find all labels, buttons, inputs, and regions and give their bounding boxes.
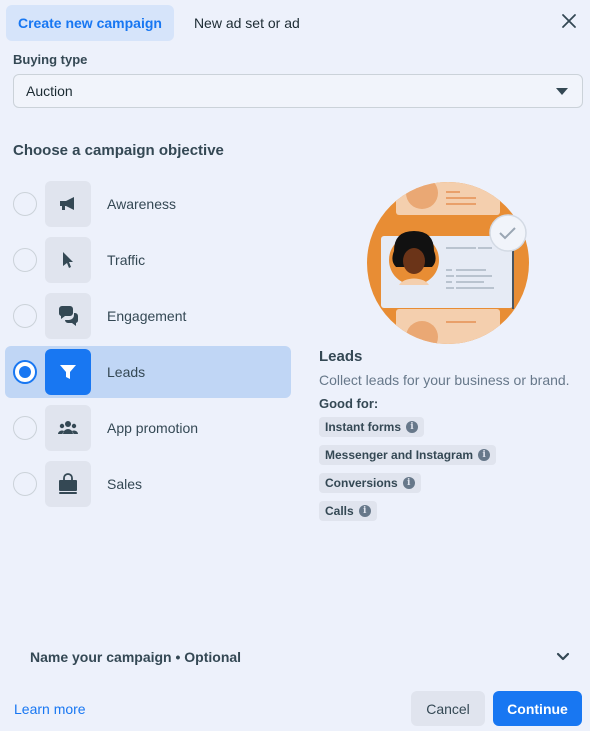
leads-illustration xyxy=(367,182,529,344)
info-icon[interactable]: i xyxy=(402,477,415,489)
shopping-bag-icon xyxy=(45,461,91,507)
info-icon[interactable]: i xyxy=(358,505,371,517)
objective-app-promotion[interactable]: App promotion xyxy=(5,402,291,454)
objective-leads[interactable]: Leads xyxy=(5,346,291,398)
radio-button[interactable] xyxy=(13,472,37,496)
buying-type-label: Buying type xyxy=(13,52,88,67)
radio-button-selected[interactable] xyxy=(13,360,37,384)
caret-down-icon xyxy=(556,88,568,95)
chip-calls: Calls i xyxy=(319,501,377,521)
buying-type-select[interactable]: Auction xyxy=(13,74,583,108)
buying-type-value: Auction xyxy=(26,83,73,99)
tab-create-new-campaign[interactable]: Create new campaign xyxy=(6,5,174,41)
tab-new-ad-set-or-ad[interactable]: New ad set or ad xyxy=(182,5,312,41)
objective-sales[interactable]: Sales xyxy=(5,458,291,510)
chip-label: Conversions xyxy=(325,476,398,490)
chevron-down-icon xyxy=(556,652,570,661)
radio-button[interactable] xyxy=(13,192,37,216)
good-for-label: Good for: xyxy=(319,396,379,411)
chat-bubbles-icon xyxy=(45,293,91,339)
megaphone-icon xyxy=(45,181,91,227)
chip-label: Calls xyxy=(325,504,354,518)
objective-label: Leads xyxy=(107,364,146,380)
radio-button[interactable] xyxy=(13,416,37,440)
objective-traffic[interactable]: Traffic xyxy=(5,234,291,286)
objective-detail-panel: Leads Collect leads for your business or… xyxy=(319,348,584,529)
radio-button[interactable] xyxy=(13,248,37,272)
people-icon xyxy=(45,405,91,451)
objective-label: Engagement xyxy=(107,308,187,324)
name-campaign-expander[interactable]: Name your campaign • Optional xyxy=(30,640,570,674)
cursor-icon xyxy=(45,237,91,283)
objective-section-title: Choose a campaign objective xyxy=(13,142,224,159)
objective-engagement[interactable]: Engagement xyxy=(5,290,291,342)
objective-label: Awareness xyxy=(107,196,177,212)
chip-instant-forms: Instant forms i xyxy=(319,417,425,437)
chip-label: Instant forms xyxy=(325,420,402,434)
objective-label: App promotion xyxy=(107,420,199,436)
objective-label: Sales xyxy=(107,476,143,492)
detail-title: Leads xyxy=(319,348,363,365)
info-icon[interactable]: i xyxy=(406,421,419,433)
detail-description: Collect leads for your business or brand… xyxy=(319,372,570,388)
objective-list: Awareness Traffic Engagement Leads App p… xyxy=(5,178,291,514)
objective-awareness[interactable]: Awareness xyxy=(5,178,291,230)
funnel-icon xyxy=(45,349,91,395)
info-icon[interactable]: i xyxy=(478,449,491,461)
learn-more-link[interactable]: Learn more xyxy=(14,701,86,717)
chip-conversions: Conversions i xyxy=(319,473,421,493)
good-for-chips: Instant forms i Messenger and Instagram i … xyxy=(319,417,584,529)
close-icon[interactable] xyxy=(560,12,578,30)
continue-button[interactable]: Continue xyxy=(493,691,582,726)
radio-button[interactable] xyxy=(13,304,37,328)
tab-bar: Create new campaign New ad set or ad xyxy=(6,5,312,41)
objective-label: Traffic xyxy=(107,252,146,268)
chip-label: Messenger and Instagram xyxy=(325,448,474,462)
chip-messenger-and-instagram: Messenger and Instagram i xyxy=(319,445,497,465)
cancel-button[interactable]: Cancel xyxy=(411,691,485,726)
name-campaign-label: Name your campaign • Optional xyxy=(30,649,242,665)
